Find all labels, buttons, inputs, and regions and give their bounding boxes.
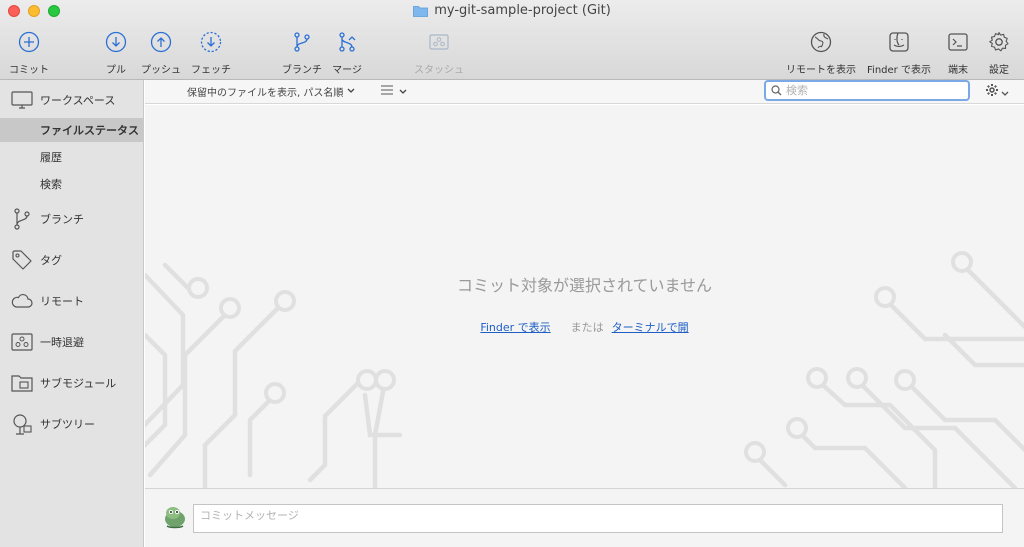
stash-label: スタッシュ — [414, 65, 464, 76]
empty-state-message: コミット対象が選択されていません — [456, 276, 713, 295]
or-text: または — [570, 321, 604, 334]
commit-button[interactable]: コミット — [0, 30, 59, 76]
finder-icon — [887, 30, 911, 54]
chevron-down-icon — [1001, 82, 1009, 101]
submodule-folder-icon — [10, 371, 34, 395]
show-in-finder-label: Finder で表示 — [867, 65, 931, 76]
terminal-label: 端末 — [948, 65, 968, 76]
commit-message-input[interactable] — [200, 509, 996, 522]
merge-button[interactable]: マージ — [317, 30, 377, 76]
merge-label: マージ — [332, 65, 362, 76]
options-menu[interactable] — [985, 82, 1009, 101]
file-filter-label: 保留中のファイルを表示, パス名順 — [187, 88, 344, 99]
settings-label: 設定 — [989, 65, 1009, 76]
toolbar: my-git-sample-project (Git) コミット プル プッシュ… — [0, 0, 1024, 80]
avatar — [162, 504, 188, 530]
show-in-finder-link[interactable]: Finder で表示 — [480, 319, 550, 335]
file-status-panel: コミット対象が選択されていません Finder で表示 または ターミナルで開 — [145, 105, 1024, 488]
sidebar-item-label: ワークスペース — [40, 94, 116, 107]
sidebar-item-tags[interactable]: タグ — [0, 248, 144, 272]
window-title: my-git-sample-project (Git) — [0, 3, 1024, 18]
pull-label: プル — [106, 65, 126, 76]
fetch-button[interactable]: フェッチ — [181, 30, 241, 76]
sidebar-item-label: 検索 — [40, 178, 62, 191]
arrow-down-circle-icon — [104, 30, 128, 54]
view-mode-dropdown[interactable] — [381, 84, 407, 98]
commit-message-area — [145, 488, 1024, 547]
sidebar-item-label: 履歴 — [40, 151, 62, 164]
empty-state-actions: Finder で表示 または ターミナルで開 — [145, 319, 1024, 335]
stash-icon — [427, 30, 451, 54]
folder-icon — [413, 5, 429, 17]
chevron-down-icon — [347, 86, 355, 97]
globe-icon — [809, 30, 833, 54]
terminal-icon — [946, 30, 970, 54]
cloud-icon — [10, 289, 34, 313]
sidebar-item-label: ブランチ — [40, 213, 84, 226]
plus-circle-icon — [17, 30, 41, 54]
sidebar-item-stashes[interactable]: 一時退避 — [0, 330, 144, 354]
merge-icon — [335, 30, 359, 54]
sidebar-item-workspace[interactable]: ワークスペース — [0, 88, 144, 112]
stash-button[interactable]: スタッシュ — [409, 30, 469, 76]
sidebar-item-label: タグ — [40, 254, 62, 267]
sidebar-item-remotes[interactable]: リモート — [0, 289, 144, 313]
sidebar-item-file-status[interactable]: ファイルステータス — [0, 118, 144, 142]
search-field[interactable] — [764, 80, 970, 101]
search-input[interactable] — [786, 84, 956, 97]
sidebar-item-branches[interactable]: ブランチ — [0, 207, 144, 231]
push-label: プッシュ — [141, 65, 181, 76]
sidebar-item-submodules[interactable]: サブモジュール — [0, 371, 144, 395]
monitor-icon — [10, 88, 34, 112]
branch-icon — [290, 30, 314, 54]
sidebar-item-label: ファイルステータス — [40, 124, 139, 137]
show-in-finder-button[interactable]: Finder で表示 — [864, 30, 934, 76]
chevron-down-icon — [399, 84, 407, 98]
commit-label: コミット — [9, 65, 49, 76]
sidebar-item-label: 一時退避 — [40, 336, 84, 349]
file-filter-dropdown[interactable]: 保留中のファイルを表示, パス名順 — [187, 84, 355, 99]
gear-icon — [987, 30, 1011, 54]
fetch-label: フェッチ — [191, 65, 231, 76]
tag-icon — [10, 248, 34, 272]
settings-button[interactable]: 設定 — [969, 30, 1024, 76]
stash-icon — [10, 330, 34, 354]
list-icon — [381, 84, 393, 98]
sidebar-item-subtrees[interactable]: サブツリー — [0, 412, 144, 436]
sidebar-item-history[interactable]: 履歴 — [0, 145, 144, 169]
commit-message-field[interactable] — [193, 504, 1003, 533]
search-icon — [771, 85, 782, 96]
sidebar-item-search[interactable]: 検索 — [0, 172, 144, 196]
file-filter-bar: 保留中のファイルを表示, パス名順 — [145, 80, 1024, 104]
sidebar-item-label: サブツリー — [40, 418, 95, 431]
branch-icon — [10, 207, 34, 231]
sidebar: ワークスペース ファイルステータス 履歴 検索 ブランチ タグ リモート 一時退… — [0, 80, 144, 547]
sidebar-item-label: リモート — [40, 295, 84, 308]
sidebar-item-label: サブモジュール — [40, 377, 117, 390]
show-remote-button[interactable]: リモートを表示 — [786, 30, 856, 76]
tree-icon — [10, 412, 34, 436]
open-in-terminal-link[interactable]: ターミナルで開 — [612, 319, 689, 335]
gear-icon — [985, 82, 999, 101]
arrow-up-circle-icon — [149, 30, 173, 54]
branch-label: ブランチ — [282, 65, 322, 76]
fetch-icon — [199, 30, 223, 54]
circuit-background — [145, 251, 1024, 488]
show-remote-label: リモートを表示 — [786, 65, 856, 76]
window-title-text: my-git-sample-project (Git) — [434, 3, 611, 18]
